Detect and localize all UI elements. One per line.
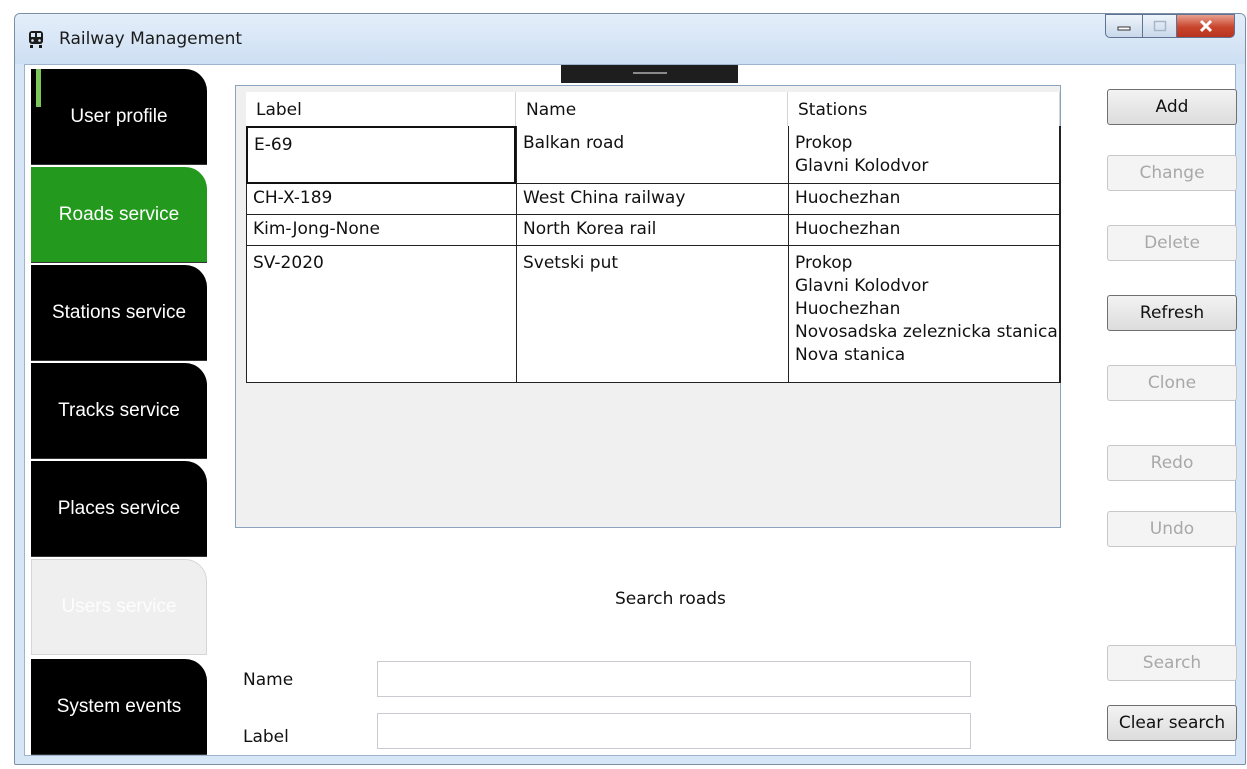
sidebar-tabs: User profile Roads service Stations serv… <box>25 65 221 755</box>
maximize-icon <box>1153 20 1166 32</box>
maximize-button[interactable] <box>1143 14 1177 38</box>
station-item: Huochezhan <box>795 219 901 239</box>
column-header-stations[interactable]: Stations <box>788 92 1060 127</box>
cell-label[interactable]: SV-2020 <box>246 246 516 383</box>
tab-label: System events <box>56 695 182 717</box>
clear-search-button[interactable]: Clear search <box>1107 705 1237 741</box>
tab-user-profile[interactable]: User profile <box>31 69 207 165</box>
table-row[interactable]: Kim-Jong-None North Korea rail Huochezha… <box>246 215 1061 246</box>
station-item: Glavni Kolodvor <box>795 276 929 296</box>
refresh-button[interactable]: Refresh <box>1107 295 1237 331</box>
cell-name[interactable]: West China railway <box>516 184 788 215</box>
search-heading: Search roads <box>615 589 726 609</box>
label-search-input[interactable] <box>377 713 971 749</box>
tab-label: Users service <box>61 596 177 617</box>
tab-users-service: Users service <box>31 559 207 655</box>
tab-label: User profile <box>70 105 168 127</box>
title-bar[interactable]: Railway Management <box>15 14 1245 64</box>
roads-table[interactable]: Label Name Stations E-69 Balkan road Pro… <box>235 85 1061 528</box>
tab-indicator <box>36 69 41 107</box>
column-header-name[interactable]: Name <box>516 92 788 127</box>
undo-button: Undo <box>1107 511 1237 547</box>
name-search-input[interactable] <box>377 661 971 697</box>
change-button: Change <box>1107 155 1237 191</box>
cell-label[interactable]: Kim-Jong-None <box>246 215 516 246</box>
cell-stations[interactable]: Prokop Glavni Kolodvor <box>788 126 1061 184</box>
station-item: Huochezhan <box>795 188 901 208</box>
station-item: Prokop <box>795 133 853 153</box>
minimize-button[interactable] <box>1105 14 1143 38</box>
client-area: User profile Roads service Stations serv… <box>24 64 1237 756</box>
grip-line <box>633 72 667 74</box>
tab-label: Roads service <box>58 203 180 225</box>
cell-name[interactable]: North Korea rail <box>516 215 788 246</box>
window-title: Railway Management <box>59 29 243 49</box>
tab-label: Stations service <box>51 301 187 323</box>
tab-places-service[interactable]: Places service <box>31 461 207 557</box>
close-button[interactable] <box>1177 14 1235 38</box>
table-row[interactable]: SV-2020 Svetski put Prokop Glavni Kolodv… <box>246 246 1061 383</box>
tab-stations-service[interactable]: Stations service <box>31 265 207 361</box>
tab-system-events[interactable]: System events <box>31 659 207 755</box>
close-icon <box>1199 19 1212 33</box>
redo-button: Redo <box>1107 445 1237 481</box>
minimize-icon <box>1117 26 1131 31</box>
search-button: Search <box>1107 645 1237 681</box>
station-item: Huochezhan <box>795 299 901 319</box>
table-row[interactable]: E-69 Balkan road Prokop Glavni Kolodvor <box>246 126 1061 184</box>
name-field-label: Name <box>243 670 294 690</box>
cell-label[interactable]: CH-X-189 <box>246 184 516 215</box>
cell-stations[interactable]: Huochezhan <box>788 215 1061 246</box>
cell-name[interactable]: Svetski put <box>516 246 788 383</box>
tab-label: Tracks service <box>58 399 180 421</box>
tab-roads-service[interactable]: Roads service <box>31 167 207 263</box>
clone-button: Clone <box>1107 365 1237 401</box>
column-header-label[interactable]: Label <box>246 92 516 127</box>
station-item: Glavni Kolodvor <box>795 156 929 176</box>
resize-grip[interactable] <box>561 65 738 83</box>
cell-stations[interactable]: Prokop Glavni Kolodvor Huochezhan Novosa… <box>788 246 1061 383</box>
station-item: Nova stanica <box>795 345 906 365</box>
window-controls <box>1105 14 1235 40</box>
tab-label: Places service <box>57 497 181 519</box>
delete-button: Delete <box>1107 225 1237 261</box>
cell-stations[interactable]: Huochezhan <box>788 184 1061 215</box>
tab-tracks-service[interactable]: Tracks service <box>31 363 207 459</box>
station-item: Novosadska zeleznicka stanica <box>795 322 1058 342</box>
train-icon <box>29 31 43 48</box>
app-window: Railway Management User profile Roads se… <box>14 13 1246 765</box>
add-button[interactable]: Add <box>1107 89 1237 125</box>
table-row[interactable]: CH-X-189 West China railway Huochezhan <box>246 184 1061 215</box>
cell-label[interactable]: E-69 <box>246 126 516 184</box>
station-item: Prokop <box>795 253 853 273</box>
cell-name[interactable]: Balkan road <box>516 126 788 184</box>
label-field-label: Label <box>243 727 289 747</box>
